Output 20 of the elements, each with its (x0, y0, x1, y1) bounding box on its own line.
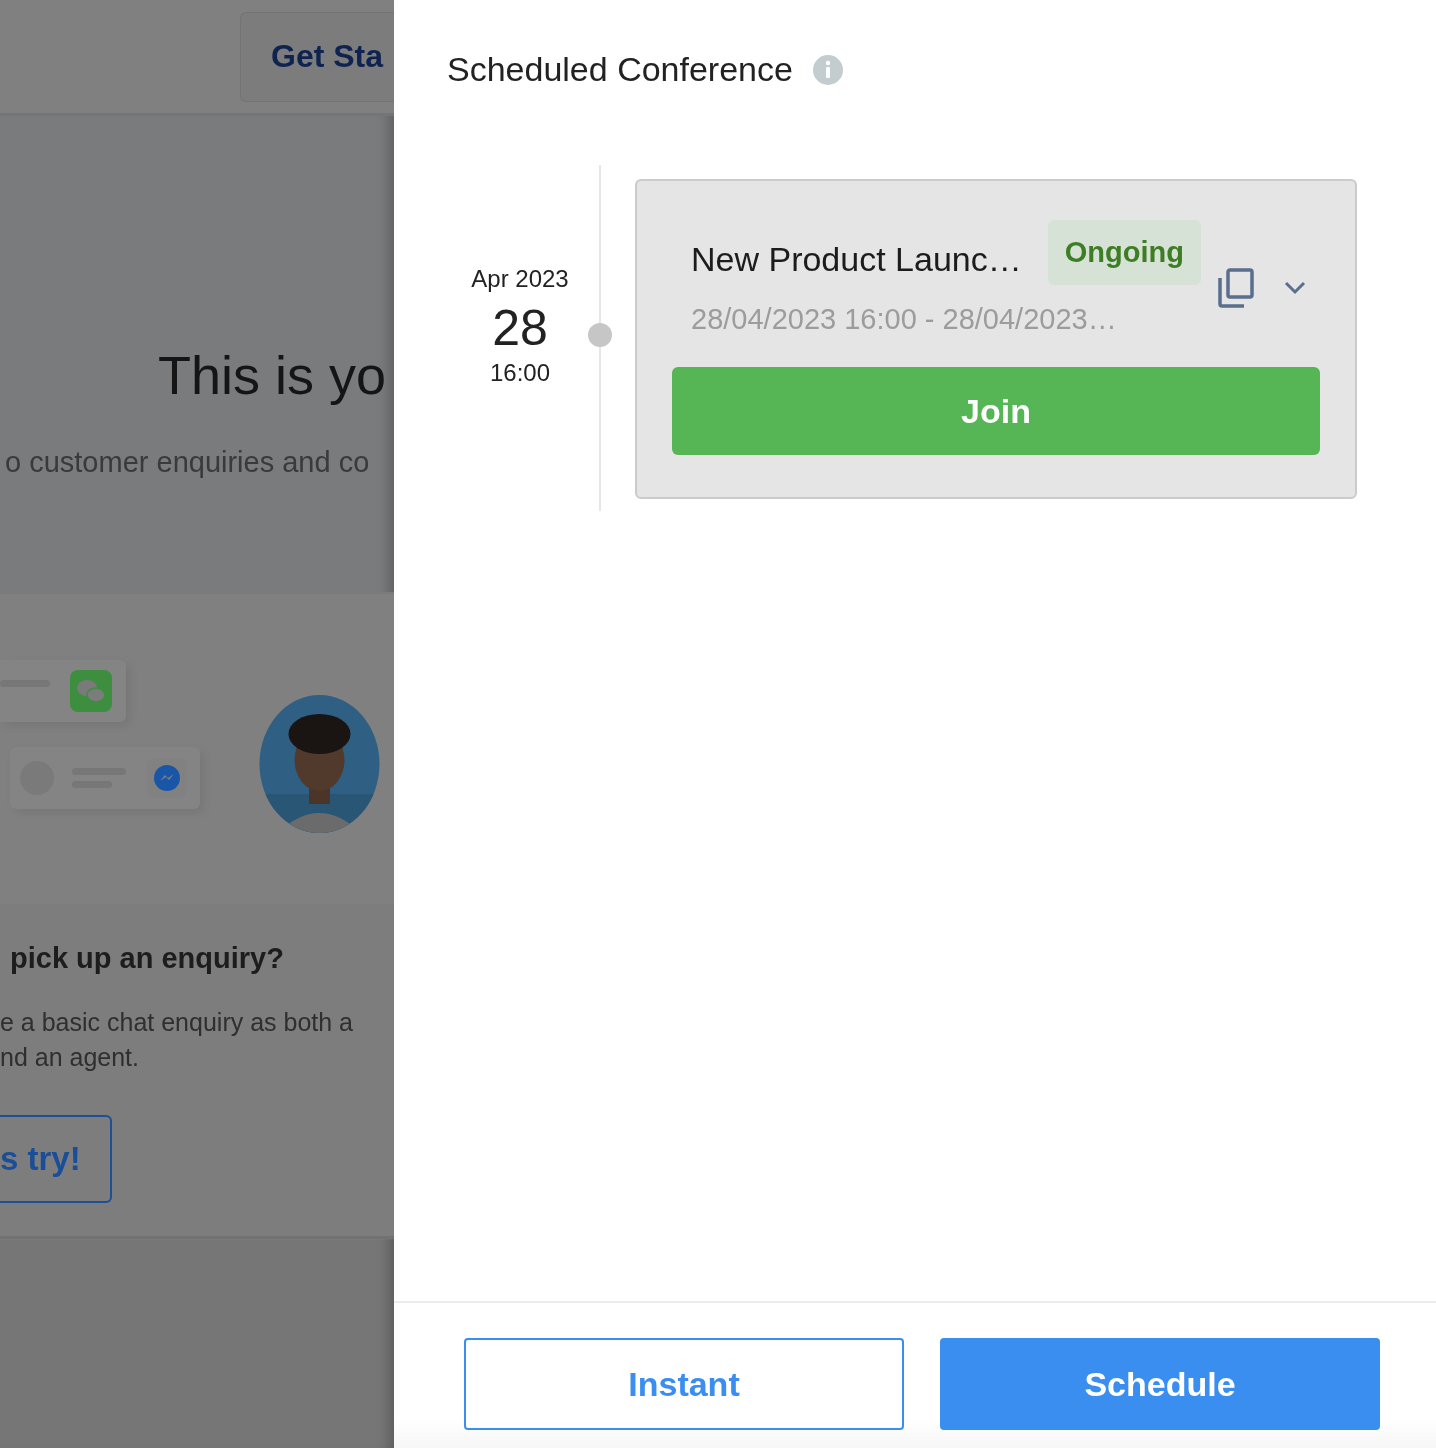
conference-title: New Product Launc… (691, 239, 1022, 279)
conference-time-range: 28/04/2023 16:00 - 28/04/2023… (691, 303, 1118, 336)
instant-button[interactable]: Instant (464, 1338, 904, 1430)
get-started-button[interactable]: Get Sta (240, 11, 394, 102)
timeline-dot (588, 323, 612, 347)
chevron-icon[interactable] (1284, 281, 1306, 295)
join-button[interactable]: Join (672, 367, 1320, 455)
month-label: Apr 2023 (471, 265, 569, 293)
copy-icon[interactable] (1218, 268, 1254, 308)
chat-bubbles-icon (70, 670, 112, 712)
panel-title: Scheduled Conference (447, 50, 793, 89)
time-label: 16:00 (489, 359, 551, 387)
day-number: 28 (492, 299, 548, 357)
status-badge: Ongoing (1047, 220, 1201, 285)
try-button[interactable]: s try! (0, 1115, 112, 1203)
section-title: pick up an enquiry? (10, 942, 285, 975)
schedule-button[interactable]: Schedule (940, 1338, 1380, 1430)
hero-subtitle: o customer enquiries and co (5, 446, 371, 479)
hero-title: This is yo (158, 344, 388, 406)
section-text: e a basic chat enquiry as both a nd an agent. (0, 1007, 354, 1073)
